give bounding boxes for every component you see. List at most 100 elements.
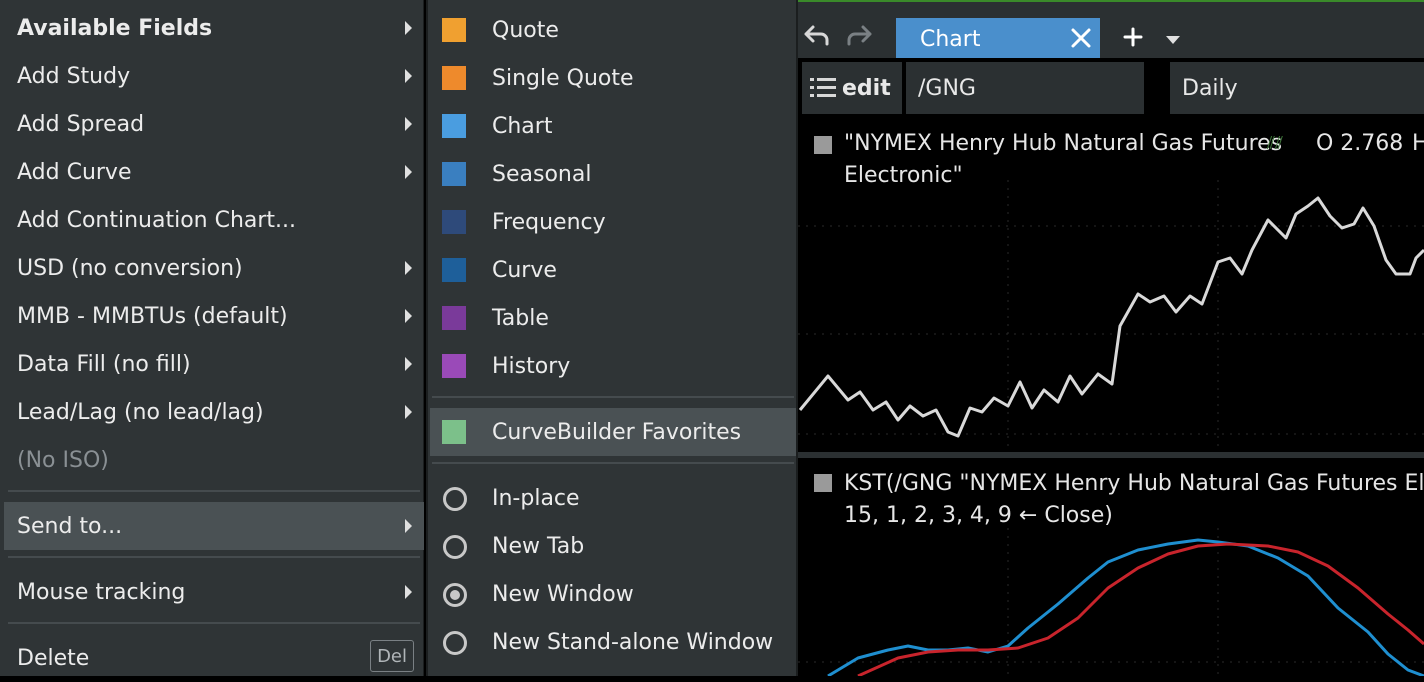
redo-icon[interactable] (844, 20, 874, 50)
submenu-item-in-place[interactable]: In-place (430, 474, 796, 522)
radio-icon[interactable] (443, 631, 467, 655)
submenu-item-seasonal[interactable]: Seasonal (430, 150, 796, 198)
close-icon[interactable] (1070, 27, 1092, 49)
high-price-label: H (1412, 131, 1424, 156)
menu-item-label: Add Spread (17, 111, 145, 137)
submenu-arrow-icon (405, 165, 412, 179)
chart-view-icon (442, 114, 466, 138)
period-value: Daily (1182, 75, 1238, 101)
submenu-item-history[interactable]: History (430, 342, 796, 390)
symbol-input[interactable]: /GNG (906, 62, 1144, 114)
kst-legend-line2: 15, 1, 2, 3, 4, 9 ← Close) (844, 503, 1113, 528)
submenu-item-label: Frequency (492, 209, 606, 235)
submenu-arrow-icon (405, 21, 412, 35)
submenu-item-label: Curve (492, 257, 557, 283)
menu-item-label: MMB - MMBTUs (default) (17, 303, 288, 329)
submenu-item-label: New Window (492, 581, 634, 607)
submenu-arrow-icon (405, 357, 412, 371)
submenu-item-label: Chart (492, 113, 553, 139)
submenu-item-label: New Stand-alone Window (492, 629, 774, 655)
tab-label: Chart (920, 26, 981, 52)
series-color-swatch (814, 474, 832, 492)
submenu-arrow-icon (405, 261, 412, 275)
submenu-item-label: New Tab (492, 533, 585, 559)
context-menu: Available Fields Add Study Add Spread Ad… (0, 0, 424, 676)
menu-item-send-to[interactable]: Send to... (4, 502, 424, 550)
menu-item-add-continuation-chart[interactable]: Add Continuation Chart... (4, 196, 424, 244)
submenu-item-new-tab[interactable]: New Tab (430, 522, 796, 570)
submenu-arrow-icon (405, 69, 412, 83)
menu-item-label: (No ISO) (17, 447, 109, 473)
edit-label: edit (842, 75, 891, 101)
submenu-arrow-icon (405, 405, 412, 419)
menu-item-no-iso: (No ISO) (4, 436, 424, 484)
submenu-item-curve[interactable]: Curve (430, 246, 796, 294)
submenu-item-label: Single Quote (492, 65, 634, 91)
menu-separator (8, 490, 420, 492)
submenu-item-table[interactable]: Table (430, 294, 796, 342)
menu-item-add-study[interactable]: Add Study (4, 52, 424, 100)
menu-item-units[interactable]: MMB - MMBTUs (default) (4, 292, 424, 340)
radio-selected-icon[interactable] (443, 583, 467, 607)
tab-chart[interactable]: Chart (896, 18, 1100, 60)
add-tab-icon[interactable] (1122, 26, 1144, 48)
menu-item-label: Add Continuation Chart... (17, 207, 297, 233)
undo-icon[interactable] (802, 20, 832, 50)
price-series-line (798, 196, 1424, 438)
series-color-swatch (814, 136, 832, 154)
submenu-item-label: Seasonal (492, 161, 592, 187)
submenu-item-quote[interactable]: Quote (430, 6, 796, 54)
menu-separator (8, 622, 420, 624)
menu-item-currency[interactable]: USD (no conversion) (4, 244, 424, 292)
radio-icon[interactable] (443, 535, 467, 559)
submenu-arrow-icon (405, 117, 412, 131)
tab-bar: Chart (798, 0, 1424, 60)
radio-icon[interactable] (443, 487, 467, 511)
submenu-item-frequency[interactable]: Frequency (430, 198, 796, 246)
kst-study-pane[interactable]: KST(/GNG "NYMEX Henry Hub Natural Gas Fu… (798, 458, 1424, 676)
kst-legend-line1: KST(/GNG "NYMEX Henry Hub Natural Gas Fu… (844, 471, 1424, 496)
frequency-view-icon (442, 210, 466, 234)
submenu-item-new-window[interactable]: New Window (430, 570, 796, 618)
submenu-item-label: History (492, 353, 571, 379)
submenu-item-single-quote[interactable]: Single Quote (430, 54, 796, 102)
submenu-item-curvebuilder-favorites[interactable]: CurveBuilder Favorites (430, 408, 796, 456)
menu-item-label: Data Fill (no fill) (17, 351, 191, 377)
menu-item-label: USD (no conversion) (17, 255, 243, 281)
submenu-separator (432, 396, 794, 398)
curve-view-icon (442, 258, 466, 282)
menu-separator (8, 556, 420, 558)
favorites-view-icon (442, 420, 466, 444)
chevron-down-icon[interactable] (1166, 36, 1180, 44)
submenu-item-new-standalone-window[interactable]: New Stand-alone Window (430, 618, 796, 666)
trend-icon: ⫽⫽ (1267, 133, 1284, 154)
single-quote-view-icon (442, 66, 466, 90)
price-legend-line2: Electronic" (844, 163, 963, 188)
menu-item-label: Available Fields (17, 15, 213, 41)
menu-item-add-spread[interactable]: Add Spread (4, 100, 424, 148)
period-selector[interactable]: Daily (1170, 62, 1424, 114)
price-chart-pane[interactable]: "NYMEX Henry Hub Natural Gas Futures ⫽⫽ … (798, 120, 1424, 452)
submenu-item-chart[interactable]: Chart (430, 102, 796, 150)
submenu-item-label: Table (492, 305, 549, 331)
menu-item-add-curve[interactable]: Add Curve (4, 148, 424, 196)
menu-item-label: Add Curve (17, 159, 132, 185)
submenu-item-label: Quote (492, 17, 559, 43)
price-legend-line1: "NYMEX Henry Hub Natural Gas Futures (844, 131, 1283, 156)
menu-item-label: Add Study (17, 63, 131, 89)
menu-item-data-fill[interactable]: Data Fill (no fill) (4, 340, 424, 388)
submenu-arrow-icon (405, 585, 412, 599)
menu-item-lead-lag[interactable]: Lead/Lag (no lead/lag) (4, 388, 424, 436)
symbol-value: /GNG (918, 75, 976, 101)
menu-item-delete[interactable]: Delete Del (4, 634, 424, 682)
submenu-item-label: CurveBuilder Favorites (492, 419, 742, 445)
submenu-arrow-icon (405, 309, 412, 323)
menu-item-mouse-tracking[interactable]: Mouse tracking (4, 568, 424, 616)
menu-item-label: Send to... (17, 513, 123, 539)
seasonal-view-icon (442, 162, 466, 186)
edit-button[interactable]: edit (802, 62, 902, 114)
submenu-separator (432, 462, 794, 464)
delete-shortcut-badge: Del (370, 640, 414, 672)
menu-item-available-fields[interactable]: Available Fields (4, 4, 424, 52)
table-view-icon (442, 306, 466, 330)
